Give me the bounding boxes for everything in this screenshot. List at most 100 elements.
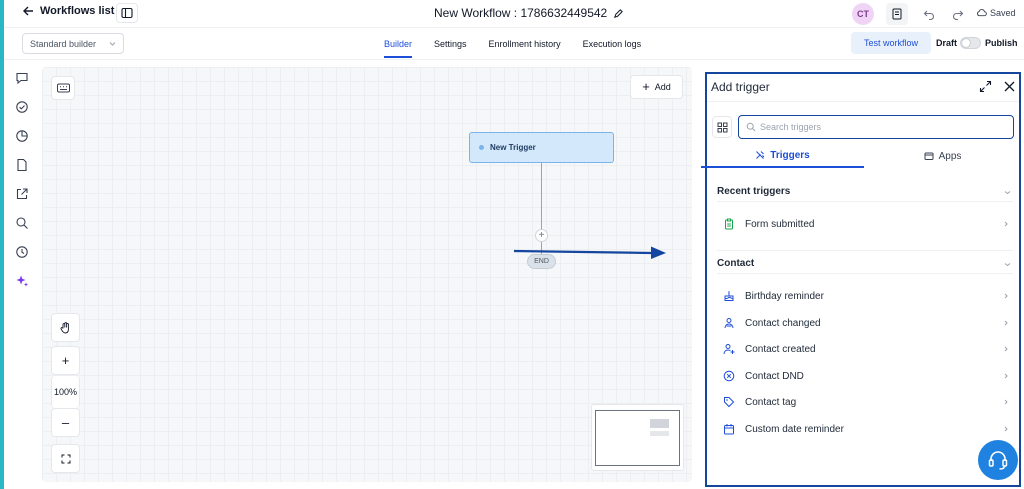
tab-builder[interactable]: Builder <box>384 28 413 60</box>
fit-screen-icon <box>61 454 70 463</box>
redo-icon <box>953 10 964 20</box>
chevron-right-icon <box>1004 320 1008 326</box>
tab-triggers-label: Triggers <box>770 149 810 161</box>
block-icon <box>723 370 735 382</box>
list-item-label: Form submitted <box>745 218 815 230</box>
trigger-contact-changed[interactable]: Contact changed <box>719 310 1009 336</box>
support-chat-button[interactable] <box>978 440 1018 480</box>
expand-icon[interactable] <box>979 80 992 93</box>
saved-label: Saved <box>990 7 1016 18</box>
zoom-out-button[interactable]: – <box>51 408 80 437</box>
chevron-right-icon <box>1004 221 1008 227</box>
search-triggers-input[interactable] <box>760 122 1000 132</box>
list-item-label: Custom date reminder <box>745 423 844 435</box>
canvas-minimap[interactable] <box>591 404 684 471</box>
save-status: Saved <box>976 7 1016 18</box>
grid-icon <box>717 122 727 132</box>
chevron-right-icon <box>1004 346 1008 352</box>
tools-icon <box>756 151 765 159</box>
add-node-button[interactable]: + Add <box>630 75 683 99</box>
pan-hand-button[interactable] <box>51 313 80 342</box>
tab-triggers[interactable]: Triggers <box>701 144 864 168</box>
chevron-right-icon <box>1004 373 1008 379</box>
builder-mode-select[interactable]: Standard builder <box>22 33 124 54</box>
tab-apps[interactable]: Apps <box>866 144 1019 168</box>
publish-toggle[interactable] <box>960 37 981 49</box>
redo-button[interactable] <box>947 3 969 25</box>
fit-view-button[interactable] <box>51 444 80 473</box>
search-icon <box>746 122 756 132</box>
search-triggers-field[interactable] <box>738 115 1014 139</box>
tag-icon <box>723 396 735 408</box>
add-step-button[interactable]: + <box>535 229 548 242</box>
builder-mode-value: Standard builder <box>30 38 97 49</box>
trigger-custom-date-reminder[interactable]: Custom date reminder <box>719 416 1009 442</box>
cake-icon <box>723 290 735 302</box>
list-item-label: Contact tag <box>745 396 797 408</box>
document-icon[interactable] <box>15 158 29 172</box>
sidebar-panel-icon <box>121 7 133 19</box>
list-item-label: Contact DND <box>745 370 804 382</box>
search-icon[interactable] <box>15 216 29 230</box>
toggle-knob <box>962 39 970 47</box>
trigger-contact-tag[interactable]: Contact tag <box>719 389 1009 415</box>
section-divider <box>717 250 1013 251</box>
trigger-contact-dnd[interactable]: Contact DND <box>719 363 1009 389</box>
tab-enrollment-history[interactable]: Enrollment history <box>489 28 561 60</box>
zoom-in-button[interactable]: + <box>51 346 80 375</box>
trigger-birthday-reminder[interactable]: Birthday reminder <box>719 283 1009 309</box>
test-workflow-button[interactable]: Test workflow <box>851 32 931 54</box>
chat-icon[interactable] <box>15 71 29 85</box>
hand-icon <box>60 321 69 333</box>
draft-label: Draft <box>936 38 958 48</box>
clipboard-icon <box>723 218 735 230</box>
box-icon <box>924 152 934 160</box>
workflow-tabs: Builder Settings Enrollment history Exec… <box>384 28 641 60</box>
workflow-title[interactable]: New Workflow : 1786632449542 <box>434 6 624 20</box>
annotation-arrow <box>513 246 666 259</box>
notes-icon <box>892 8 902 20</box>
trigger-form-submitted[interactable]: Form submitted <box>719 211 1009 237</box>
add-trigger-panel: Add trigger Triggers Apps Recent trigger… <box>701 72 1021 487</box>
sparkle-icon[interactable] <box>15 274 29 288</box>
close-icon[interactable] <box>1003 80 1016 93</box>
back-to-workflows-link[interactable]: Workflows list <box>22 5 114 17</box>
undo-button[interactable] <box>918 3 940 25</box>
minimap-node <box>650 419 669 428</box>
users-icon <box>723 317 735 329</box>
tab-execution-logs[interactable]: Execution logs <box>583 28 642 60</box>
add-label: Add <box>654 82 671 92</box>
user-avatar[interactable]: CT <box>852 3 874 25</box>
chevron-right-icon <box>1004 399 1008 405</box>
workflow-canvas[interactable]: + Add New Trigger + END + 100% – <box>42 67 692 482</box>
keyboard-shortcuts-button[interactable] <box>51 76 75 100</box>
grid-view-button[interactable] <box>712 116 732 138</box>
sidebar-toggle-button[interactable] <box>116 3 138 23</box>
contact-heading: Contact <box>717 258 755 269</box>
chevron-down-icon <box>1004 263 1011 267</box>
avatar-initials: CT <box>857 9 869 19</box>
panel-title: Add trigger <box>711 80 770 94</box>
notes-button[interactable] <box>886 3 908 25</box>
undo-icon <box>923 10 934 20</box>
recent-triggers-section[interactable]: Recent triggers <box>717 182 1013 202</box>
check-circle-icon[interactable] <box>15 100 29 114</box>
history-icon[interactable] <box>15 245 29 259</box>
external-link-icon[interactable] <box>15 187 29 201</box>
minimap-node <box>650 431 669 436</box>
chevron-right-icon <box>1004 426 1008 432</box>
list-item-label: Birthday reminder <box>745 290 824 302</box>
tab-settings[interactable]: Settings <box>434 28 467 60</box>
left-rail <box>4 60 40 489</box>
node-status-dot <box>479 145 484 150</box>
contact-section[interactable]: Contact <box>717 254 1013 274</box>
trigger-contact-created[interactable]: Contact created <box>719 336 1009 362</box>
chevron-right-icon <box>1004 293 1008 299</box>
panel-tabs: Triggers Apps <box>701 144 1019 168</box>
plus-icon: + <box>642 79 650 94</box>
chart-pie-icon[interactable] <box>15 129 29 143</box>
keyboard-icon <box>56 83 70 93</box>
new-trigger-node[interactable]: New Trigger <box>469 132 614 163</box>
pencil-icon[interactable] <box>613 8 624 19</box>
publish-label: Publish <box>985 38 1018 48</box>
